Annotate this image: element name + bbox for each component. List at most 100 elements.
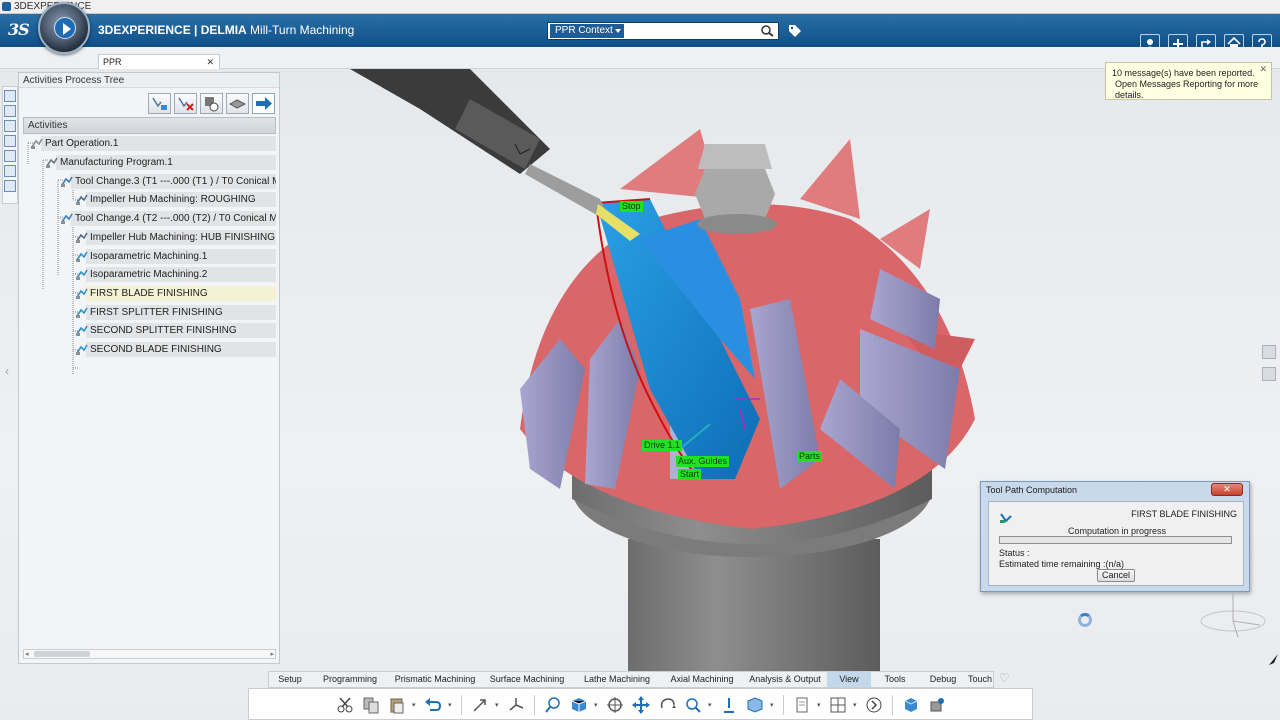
tab-lathe-machining[interactable]: Lathe Machining	[573, 672, 661, 687]
normal-view-icon[interactable]	[718, 695, 740, 715]
undo-icon[interactable]	[422, 695, 444, 715]
action-bar-icons: ▾ ▾ ▾ ▾ ▾ ▾ ▾ ▾	[334, 695, 948, 715]
forward-arrow-icon[interactable]	[252, 93, 275, 114]
tree-row-label: Part Operation.1	[45, 138, 119, 149]
comment-icon[interactable]	[1262, 367, 1276, 381]
chevron-down-icon[interactable]: ▾	[594, 701, 600, 709]
machining-op-icon	[76, 194, 88, 205]
tab-setup[interactable]: Setup	[269, 672, 311, 687]
tab-analysis-output[interactable]: Analysis & Output	[743, 672, 827, 687]
compass-icon[interactable]	[38, 2, 90, 54]
filter-icon[interactable]	[4, 105, 16, 117]
stock-icon[interactable]	[226, 93, 249, 114]
horizontal-scrollbar[interactable]: ◂ ▸	[23, 649, 276, 659]
tab-programming[interactable]: Programming	[311, 672, 389, 687]
tree-row[interactable]: SECOND SPLITTER FINISHING	[23, 322, 276, 339]
paste-icon[interactable]	[386, 695, 408, 715]
tree-row[interactable]: Manufacturing Program.1	[23, 154, 276, 171]
tree-row-label: Tool Change.3 (T1 ---.000 (T1 ) / T0 Con…	[75, 176, 276, 187]
tab-debug[interactable]: Debug	[919, 672, 967, 687]
tab-prismatic-machining[interactable]: Prismatic Machining	[389, 672, 481, 687]
tab-view[interactable]: View	[827, 672, 871, 687]
program-view-icon[interactable]	[4, 135, 16, 147]
settings-icon[interactable]	[4, 165, 16, 177]
tree-row[interactable]: Part Operation.1	[23, 135, 276, 152]
aux-guides-label: Aux. Guides	[676, 456, 730, 467]
part-icon[interactable]	[4, 150, 16, 162]
flag-icon[interactable]	[1262, 345, 1276, 359]
operation-name: FIRST BLADE FINISHING	[1131, 509, 1237, 519]
insert-activity-icon[interactable]	[148, 93, 171, 114]
collapse-panel-icon[interactable]: ‹	[5, 364, 9, 378]
chevron-down-icon[interactable]: ▾	[770, 701, 776, 709]
resource-icon[interactable]	[4, 120, 16, 132]
tree-row[interactable]: FIRST BLADE FINISHING	[23, 285, 276, 302]
search-icon[interactable]	[760, 24, 776, 38]
action-bar-tabs: Setup Programming Prismatic Machining Surfa…	[268, 671, 994, 688]
compass-axis-icon[interactable]	[505, 695, 527, 715]
tree-row[interactable]: SECOND BLADE FINISHING	[23, 341, 276, 358]
chevron-down-icon[interactable]: ▾	[495, 701, 501, 709]
tree-row-label: FIRST BLADE FINISHING	[90, 288, 208, 299]
parts-label: Parts	[797, 451, 823, 462]
zoom-icon[interactable]	[682, 695, 704, 715]
axis-compass-icon[interactable]	[1198, 585, 1268, 645]
chevron-down-icon[interactable]: ▾	[448, 701, 454, 709]
cut-icon[interactable]	[334, 695, 356, 715]
tool-axis-icon[interactable]	[469, 695, 491, 715]
delete-activity-icon[interactable]	[174, 93, 197, 114]
tree-row[interactable]: FIRST SPLITTER FINISHING	[23, 304, 276, 321]
tree-row[interactable]: Impeller Hub Machining: ROUGHING	[23, 191, 276, 208]
stop-label: Stop	[620, 201, 643, 212]
tab-axial-machining[interactable]: Axial Machining	[661, 672, 743, 687]
tool-change-icon	[61, 176, 73, 187]
document-tab[interactable]: PPR Context00000011_8276... ✕	[98, 54, 220, 81]
layout-icon[interactable]	[827, 695, 849, 715]
play-icon[interactable]	[54, 17, 76, 39]
favorite-icon[interactable]: ♡	[999, 671, 1010, 685]
close-icon[interactable]: ✕	[1259, 64, 1267, 75]
dialog-title: Tool Path Computation	[986, 485, 1078, 495]
chevron-down-icon[interactable]: ▾	[817, 701, 823, 709]
cube-view-icon[interactable]	[568, 695, 590, 715]
rotate-icon[interactable]	[656, 695, 678, 715]
scroll-right-icon[interactable]: ▸	[270, 650, 274, 658]
tab-tools[interactable]: Tools	[871, 672, 919, 687]
tree-row[interactable]: Tool Change.3 (T1 ---.000 (T1 ) / T0 Con…	[23, 173, 276, 190]
simulation-icon[interactable]	[926, 695, 948, 715]
chevron-down-icon[interactable]: ▾	[412, 701, 418, 709]
scrollbar-thumb[interactable]	[34, 651, 90, 657]
tab-surface-machining[interactable]: Surface Machining	[481, 672, 573, 687]
close-icon[interactable]: ✕	[206, 55, 214, 69]
close-button[interactable]: ✕	[1211, 483, 1243, 496]
center-icon[interactable]	[604, 695, 626, 715]
ds-logo-icon[interactable]: 3S	[8, 20, 30, 39]
tab-touch[interactable]: Touch	[967, 672, 993, 687]
tree-row[interactable]: Isoparametric Machining.2	[23, 266, 276, 283]
tool-path-replay-icon[interactable]	[200, 93, 223, 114]
loading-spinner-icon	[1078, 613, 1092, 627]
tree-row[interactable]: Isoparametric Machining.1	[23, 248, 276, 265]
context-dropdown[interactable]: PPR Context	[550, 24, 624, 38]
iso-view-icon[interactable]	[744, 695, 766, 715]
app-title: 3DEXPERIENCE | DELMIA Mill-Turn Machinin…	[98, 23, 354, 37]
scroll-left-icon[interactable]: ◂	[25, 650, 29, 658]
tree-row[interactable]: Impeller Hub Machining: HUB FINISHING	[23, 229, 276, 246]
tree-row[interactable]: Tool Change.4 (T2 ---.000 (T2) / T0 Coni…	[23, 210, 276, 227]
tag-icon[interactable]	[788, 24, 802, 38]
machine-icon[interactable]	[4, 180, 16, 192]
tree-view-icon[interactable]	[4, 90, 16, 102]
apply-material-icon[interactable]	[900, 695, 922, 715]
tree-row-label: Tool Change.4 (T2 ---.000 (T2) / T0 Coni…	[75, 213, 276, 224]
copy-icon[interactable]	[360, 695, 382, 715]
messages-notification[interactable]: 10 message(s) have been reported. Open M…	[1105, 62, 1272, 100]
chevron-down-icon[interactable]: ▾	[853, 701, 859, 709]
render-style-icon[interactable]	[791, 695, 813, 715]
search-input[interactable]	[628, 24, 758, 38]
zoom-area-icon[interactable]	[542, 695, 564, 715]
right-icon-strip	[1262, 345, 1278, 393]
chevron-down-icon[interactable]: ▾	[708, 701, 714, 709]
cancel-button[interactable]: Cancel	[1097, 569, 1135, 582]
more-icon[interactable]	[863, 695, 885, 715]
pan-icon[interactable]	[630, 695, 652, 715]
